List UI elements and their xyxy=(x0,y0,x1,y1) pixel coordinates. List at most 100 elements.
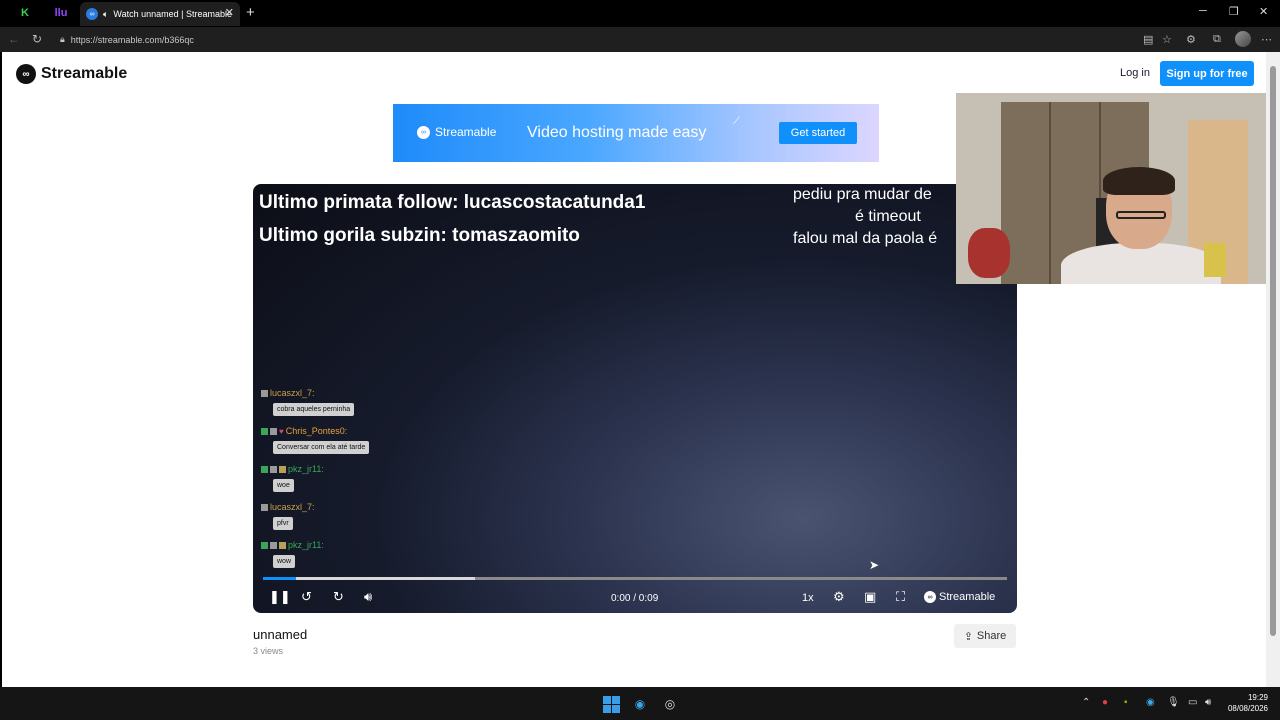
chat-user: pkz_jr11: xyxy=(261,464,324,474)
tab-title: Watch unnamed | Streamable xyxy=(113,9,232,19)
share-button[interactable]: ⇪ Share xyxy=(954,624,1016,648)
nvidia-icon[interactable]: ▪ xyxy=(1124,697,1128,708)
favorite-star-icon[interactable]: ☆ xyxy=(1162,33,1172,46)
share-label: Share xyxy=(976,630,1007,642)
scrollbar-thumb[interactable] xyxy=(1270,66,1276,636)
time-display: 0:00 / 0:09 xyxy=(611,593,659,604)
address-bar[interactable]: 🔒︎ https://streamable.com/b366qc xyxy=(54,30,1134,49)
chat-bubble: woe xyxy=(273,479,294,492)
login-link[interactable]: Log in xyxy=(1120,67,1150,79)
fullscreen-icon[interactable]: ⛶ xyxy=(896,589,905,605)
minimize-icon[interactable]: ─ xyxy=(1199,5,1207,17)
badge-icon xyxy=(261,541,268,549)
overlay-follow-text: Ultimo primata follow: lucascostacatunda… xyxy=(259,192,646,213)
tab-close-icon[interactable]: ✕ xyxy=(225,6,234,19)
microphone-icon[interactable]: 🎙︎ xyxy=(1167,697,1180,708)
forward-icon[interactable]: ↻ xyxy=(333,589,344,605)
network-icon[interactable]: ▭ xyxy=(1188,697,1197,708)
taskbar: ◉ ◎ ⌃ ● ▪ ◉ 🎙︎ ▭ 🔊︎ 19:29 08/08/2026 xyxy=(0,687,1280,720)
person-hair xyxy=(1103,167,1175,195)
extensions-icon[interactable]: ⚙ xyxy=(1186,33,1196,46)
profile-avatar[interactable] xyxy=(1235,31,1251,47)
overlay-right-text-2: é timeout xyxy=(855,208,921,225)
badge-icon xyxy=(261,465,268,473)
new-tab-button[interactable]: + xyxy=(246,4,255,21)
refresh-icon[interactable]: ↻ xyxy=(32,32,42,46)
progress-played xyxy=(263,577,297,580)
badge-icon xyxy=(279,541,286,549)
streamable-logo-icon: ∞ xyxy=(16,64,36,84)
chat-username: Chris_Pontes0: xyxy=(285,426,348,436)
ad-banner[interactable]: ∞ Streamable Video hosting made easy ⟋ G… xyxy=(393,104,879,162)
video-title: unnamed xyxy=(253,627,308,642)
audio-icon[interactable]: 🔈︎ xyxy=(103,9,108,20)
windows-start-icon[interactable] xyxy=(602,695,620,713)
chat-bubble: cobra aqueles perninha xyxy=(273,403,355,416)
overlay-sub-text: Ultimo gorila subzin: tomaszaomito xyxy=(259,225,580,246)
obs-icon[interactable]: ◎ xyxy=(661,695,679,713)
toy-figure xyxy=(1204,243,1226,277)
reader-mode-icon[interactable]: ▤ xyxy=(1143,33,1153,46)
chat-user: pkz_jr11: xyxy=(261,540,324,550)
chat-message: lucaszxl_7: cobra aqueles perninha xyxy=(261,388,355,416)
tray-overflow-icon[interactable]: ⌃ xyxy=(1082,697,1090,708)
back-icon[interactable]: ← xyxy=(8,32,20,46)
restore-icon[interactable]: ❐ xyxy=(1229,5,1239,18)
chat-message: pkz_jr11: woe xyxy=(261,464,324,492)
chat-message: ♥ Chris_Pontes0: Conversar com ela até ta… xyxy=(261,426,370,454)
url-text: https://streamable.com/b366qc xyxy=(70,34,194,45)
video-player[interactable]: Ultimo primata follow: lucascostacatunda… xyxy=(253,184,1017,613)
chat-user: ♥ Chris_Pontes0: xyxy=(261,426,369,436)
badge-icon xyxy=(270,541,277,549)
banner-logo-icon: ∞ xyxy=(417,125,430,139)
banner-logo-text: Streamable xyxy=(435,125,497,139)
speaker-icon[interactable]: 🔊︎ xyxy=(1205,697,1211,708)
tray-app-icon[interactable]: ● xyxy=(1102,697,1108,708)
settings-gear-icon[interactable]: ⚙ xyxy=(833,589,845,605)
sparkle-icon: ⟋ xyxy=(733,116,740,127)
site-info-icon[interactable]: 🔒︎ xyxy=(60,34,65,45)
wardrobe-seam xyxy=(1049,102,1051,284)
badge-icon xyxy=(261,503,268,511)
picture-in-picture-icon[interactable]: ▣ xyxy=(864,589,876,605)
address-bar-row: ← ↻ 🔒︎ https://streamable.com/b366qc ▤ ☆… xyxy=(0,27,1280,52)
playback-speed-button[interactable]: 1x xyxy=(802,592,814,604)
chat-bubble: pfvr xyxy=(273,517,293,530)
chat-message: lucaszxl_7: pfvr xyxy=(261,502,315,530)
streamable-watermark[interactable]: ∞ Streamable xyxy=(924,591,995,603)
badge-icon xyxy=(279,465,286,473)
streamable-favicon-icon: ∞ xyxy=(86,8,98,20)
pinned-tab-kick[interactable]: K xyxy=(18,6,32,20)
more-menu-icon[interactable]: ⋯ xyxy=(1261,33,1272,46)
rewind-icon[interactable]: ↺ xyxy=(301,589,312,605)
chat-username: lucaszxl_7: xyxy=(270,502,315,512)
window-close-icon[interactable]: ✕ xyxy=(1259,5,1268,18)
mouse-cursor-icon: ➤ xyxy=(869,558,880,572)
pause-button[interactable]: ❚❚ xyxy=(269,589,291,605)
page-scrollbar[interactable] xyxy=(1266,52,1280,687)
clock-time: 19:29 xyxy=(1247,693,1268,702)
chat-bubble: wow xyxy=(273,555,296,568)
watermark-text: Streamable xyxy=(939,591,996,603)
chat-user: lucaszxl_7: xyxy=(261,388,354,398)
collections-icon[interactable]: ⧉ xyxy=(1213,33,1221,46)
progress-bar[interactable] xyxy=(263,577,1007,580)
clock[interactable]: 19:29 08/08/2026 xyxy=(1222,692,1268,714)
banner-tagline: Video hosting made easy xyxy=(527,124,707,141)
volume-icon[interactable]: 🔊︎ xyxy=(364,589,372,605)
overlay-right-text-1: pediu pra mudar de xyxy=(793,186,932,203)
get-started-button[interactable]: Get started xyxy=(779,122,857,144)
chat-username: pkz_jr11: xyxy=(288,464,324,474)
clock-date: 08/08/2026 xyxy=(1227,704,1268,713)
person-glasses xyxy=(1116,211,1166,219)
logo-text: Streamable xyxy=(41,65,128,82)
edge-browser-icon[interactable]: ◉ xyxy=(631,695,649,713)
pinned-tab-other[interactable]: llu xyxy=(54,6,68,20)
red-object xyxy=(968,228,1010,278)
browser-titlebar: K llu ∞ 🔈︎ Watch unnamed | Streamable ✕ … xyxy=(0,0,1280,27)
signup-button[interactable]: Sign up for free xyxy=(1160,61,1254,86)
streamable-logo[interactable]: ∞ Streamable xyxy=(16,64,127,84)
badge-icon xyxy=(261,427,268,435)
tab-streamable[interactable]: ∞ 🔈︎ Watch unnamed | Streamable ✕ xyxy=(80,2,240,26)
edge-tray-icon[interactable]: ◉ xyxy=(1146,697,1155,708)
